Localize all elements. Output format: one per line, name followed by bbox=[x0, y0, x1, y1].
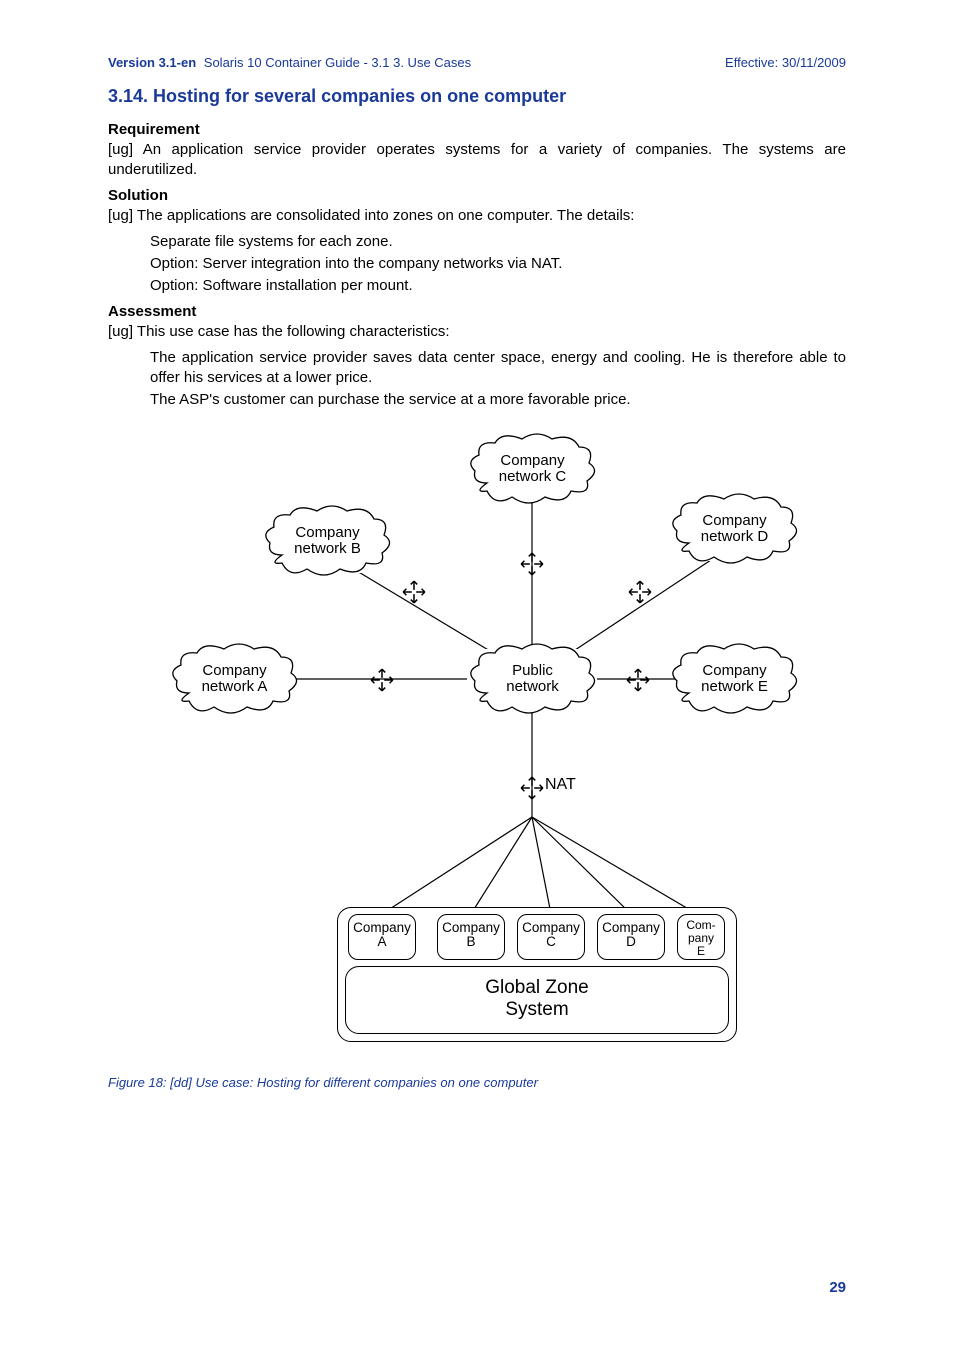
four-arrow-icon bbox=[627, 579, 653, 605]
solution-bullets: Separate file systems for each zone. Opt… bbox=[108, 232, 846, 297]
header-left: Version 3.1-en Solaris 10 Container Guid… bbox=[108, 55, 471, 70]
zone-company-d: Company D bbox=[597, 914, 665, 960]
cloud-company-d: Company network D bbox=[677, 499, 792, 561]
bullet-item: Separate file systems for each zone. bbox=[150, 232, 846, 252]
zone-label: Company C bbox=[522, 920, 580, 950]
zone-company-b: Company B bbox=[437, 914, 505, 960]
assessment-text: [ug] This use case has the following cha… bbox=[108, 322, 846, 342]
network-diagram: Company network C Company network B Comp… bbox=[157, 439, 797, 1059]
zone-label: Company B bbox=[442, 920, 500, 950]
cloud-public: Public network bbox=[475, 649, 590, 711]
header-doc-title: Solaris 10 Container Guide - 3.1 3. Use … bbox=[204, 55, 471, 70]
cloud-company-c: Company network C bbox=[475, 439, 590, 501]
page-header: Version 3.1-en Solaris 10 Container Guid… bbox=[108, 55, 846, 70]
cloud-label: Public network bbox=[475, 663, 590, 696]
assessment-bullets: The application service provider saves d… bbox=[108, 348, 846, 411]
solution-label: Solution bbox=[108, 187, 846, 204]
cloud-label: Company network C bbox=[475, 453, 590, 486]
global-zone-box: Global Zone System bbox=[345, 966, 729, 1034]
cloud-company-a: Company network A bbox=[177, 649, 292, 711]
figure: Company network C Company network B Comp… bbox=[108, 439, 846, 1090]
cloud-label: Company network B bbox=[270, 525, 385, 558]
header-effective: Effective: 30/11/2009 bbox=[725, 55, 846, 70]
four-arrow-icon bbox=[369, 667, 395, 693]
solution-text: [ug] The applications are consolidated i… bbox=[108, 206, 846, 226]
four-arrow-icon bbox=[519, 775, 545, 801]
cloud-label: Company network D bbox=[677, 513, 792, 546]
header-version: Version 3.1-en bbox=[108, 55, 196, 70]
cloud-company-e: Company network E bbox=[677, 649, 792, 711]
assessment-label: Assessment bbox=[108, 303, 846, 320]
nat-label: NAT bbox=[545, 776, 576, 794]
bullet-item: The ASP's customer can purchase the serv… bbox=[150, 390, 846, 410]
bullet-item: Option: Software installation per mount. bbox=[150, 276, 846, 296]
requirement-label: Requirement bbox=[108, 121, 846, 138]
four-arrow-icon bbox=[519, 551, 545, 577]
zone-company-a: Company A bbox=[348, 914, 416, 960]
global-zone-label: Global Zone System bbox=[485, 977, 589, 1021]
zone-label: Company D bbox=[602, 920, 660, 950]
cloud-label: Company network A bbox=[177, 663, 292, 696]
cloud-company-b: Company network B bbox=[270, 511, 385, 573]
zone-label: Company A bbox=[353, 920, 411, 950]
bullet-item: The application service provider saves d… bbox=[150, 348, 846, 389]
zone-company-e: Com- pany E bbox=[677, 914, 725, 960]
requirement-text: [ug] An application service provider ope… bbox=[108, 140, 846, 181]
bullet-item: Option: Server integration into the comp… bbox=[150, 254, 846, 274]
document-page: Version 3.1-en Solaris 10 Container Guid… bbox=[0, 0, 954, 1351]
zone-label: Com- pany E bbox=[686, 918, 715, 958]
four-arrow-icon bbox=[625, 667, 651, 693]
figure-caption: Figure 18: [dd] Use case: Hosting for di… bbox=[108, 1075, 538, 1090]
page-number: 29 bbox=[829, 1279, 846, 1296]
cloud-label: Company network E bbox=[677, 663, 792, 696]
section-heading: 3.14. Hosting for several companies on o… bbox=[108, 86, 846, 107]
zone-company-c: Company C bbox=[517, 914, 585, 960]
four-arrow-icon bbox=[401, 579, 427, 605]
